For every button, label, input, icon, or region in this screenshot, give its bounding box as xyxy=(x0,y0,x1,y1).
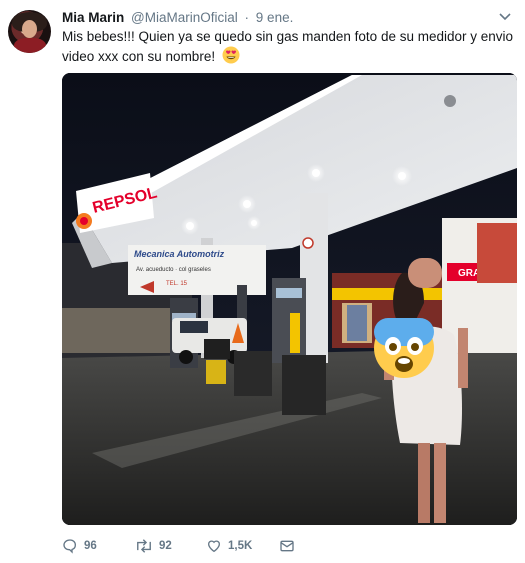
direct-message-button[interactable] xyxy=(279,538,295,554)
author-avatar[interactable] xyxy=(8,10,51,53)
fearful-face-emoji-icon xyxy=(374,318,434,378)
heart-eyes-emoji-icon xyxy=(222,46,240,64)
envelope-icon xyxy=(280,540,294,552)
reply-count: 96 xyxy=(84,540,97,552)
mecanica-title: Mecanica Automotriz xyxy=(134,249,225,259)
tweet-text-content: Mis bebes!!! Quien ya se quedo sin gas m… xyxy=(62,29,514,64)
tweet-text: Mis bebes!!! Quien ya se quedo sin gas m… xyxy=(62,28,517,66)
like-count: 1,5K xyxy=(228,540,253,552)
avatar-body xyxy=(14,38,46,53)
tweet-date[interactable]: 9 ene. xyxy=(256,10,294,25)
wall-left xyxy=(62,308,182,353)
reply-icon xyxy=(63,539,77,554)
author-name[interactable]: Mia Marin xyxy=(62,10,124,25)
like-button[interactable]: 1,5K xyxy=(206,538,252,554)
retweet-icon xyxy=(137,539,151,553)
mecanica-tel: TEL. 15 xyxy=(166,281,188,287)
reply-button[interactable]: 96 xyxy=(62,538,97,554)
retweet-button[interactable]: 92 xyxy=(135,538,172,554)
retweet-count: 92 xyxy=(159,540,172,552)
tweet-header: Mia Marin @MiaMarinOficial · 9 ene. xyxy=(62,10,293,25)
separator-dot: · xyxy=(244,10,250,25)
mecanica-address: Av. acueducto · col graseles xyxy=(136,267,211,273)
author-handle[interactable]: @MiaMarinOficial xyxy=(131,10,238,25)
speed-sign xyxy=(302,237,314,249)
gas-station-photo: REPSOL Mecanica Automotriz Av. acueducto… xyxy=(62,73,517,525)
heart-icon xyxy=(207,540,221,553)
chevron-down-icon[interactable] xyxy=(498,12,512,22)
tweet-media-photo[interactable]: REPSOL Mecanica Automotriz Av. acueducto… xyxy=(62,73,517,525)
avatar-face xyxy=(22,20,37,38)
